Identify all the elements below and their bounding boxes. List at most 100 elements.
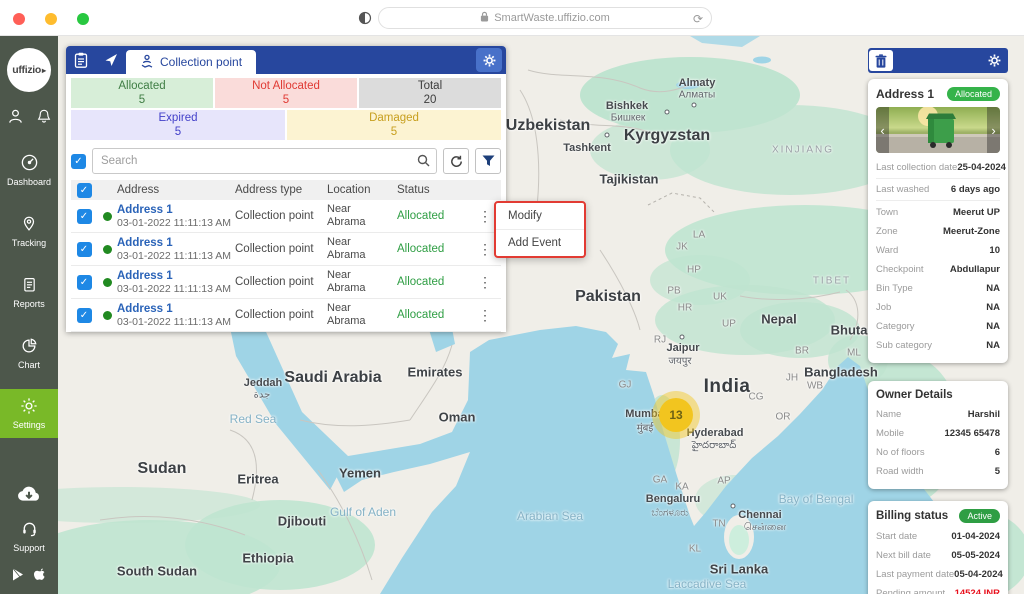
context-menu-item[interactable]: Add Event	[496, 230, 584, 256]
collection-point-panel: Collection point Allocated 5 Not Allocat…	[66, 46, 506, 332]
detail-field-row: Checkpoint Abdullapur	[876, 260, 1000, 279]
field-label: Category	[876, 321, 915, 332]
filter-button[interactable]	[475, 148, 501, 174]
row-checkbox[interactable]	[77, 209, 92, 224]
status-dot	[103, 311, 112, 320]
billing-status-card: Billing status Active Start date 01-04-2…	[868, 501, 1008, 594]
active-badge: Active	[959, 509, 1000, 523]
apple-icon[interactable]	[34, 567, 47, 584]
app-sidebar: uffizio▸ Dashboard Tracking Reports Char…	[0, 36, 58, 594]
field-value: 01-04-2024	[951, 531, 1000, 542]
address-type-cell: Collection point	[235, 210, 327, 222]
carousel-next-button[interactable]: ›	[987, 107, 1000, 153]
table-header-row: Address Address type Location Status	[71, 180, 501, 200]
detail-field-row: Start date 01-04-2024	[876, 527, 1000, 546]
window-maximize-button[interactable]	[77, 13, 89, 25]
field-label: Zone	[876, 226, 898, 237]
sidebar-item-support[interactable]: Support	[12, 519, 47, 553]
location-line2: Abrama	[327, 315, 397, 328]
detail-field-row: Name Harshil	[876, 405, 1000, 424]
search-input[interactable]	[92, 148, 437, 174]
field-value: 05-04-2024	[954, 569, 1003, 580]
field-value: 12345 65478	[945, 428, 1000, 439]
stat-label: Expired	[159, 111, 198, 125]
status-filter-cell[interactable]: Allocated 5	[71, 78, 213, 108]
uffizio-logo[interactable]: uffizio▸	[7, 48, 51, 92]
field-label: Checkpoint	[876, 264, 924, 275]
panel-settings-button[interactable]	[476, 48, 502, 72]
cloud-download-icon[interactable]	[16, 484, 42, 505]
reload-icon[interactable]: ⟳	[693, 12, 703, 26]
map-cluster-marker[interactable]: 13	[659, 398, 693, 432]
field-label: Road width	[876, 466, 924, 477]
row-menu-button[interactable]: ⋮	[469, 308, 501, 322]
stat-value: 5	[391, 125, 397, 139]
row-checkbox[interactable]	[77, 308, 92, 323]
sidebar-item-settings[interactable]: Settings	[0, 389, 58, 438]
field-value: 5	[995, 466, 1000, 477]
window-minimize-button[interactable]	[45, 13, 57, 25]
status-filter-cell[interactable]: Not Allocated 5	[215, 78, 357, 108]
address-link[interactable]: Address 1	[117, 303, 235, 315]
navigate-tab-icon[interactable]	[96, 46, 126, 74]
stat-label: Allocated	[118, 79, 165, 93]
search-row	[66, 142, 506, 180]
row-checkbox[interactable]	[77, 275, 92, 290]
header-checkbox[interactable]	[77, 183, 92, 198]
row-checkbox[interactable]	[77, 242, 92, 257]
detail-field-row: Ward 10	[876, 241, 1000, 260]
address-bar[interactable]: SmartWaste.uffizio.com ⟳	[378, 7, 712, 29]
select-all-checkbox[interactable]	[71, 154, 86, 169]
address-link[interactable]: Address 1	[117, 237, 235, 249]
status-filter-cell[interactable]: Total 20	[359, 78, 501, 108]
field-value: NA	[986, 302, 1000, 313]
status-cell: Allocated	[397, 309, 469, 321]
detail-field-row: Town Meerut UP	[876, 203, 1000, 222]
status-cell: Allocated	[397, 210, 469, 222]
details-settings-button[interactable]	[988, 54, 1001, 67]
carousel-prev-button[interactable]: ‹	[876, 107, 889, 153]
col-status: Status	[397, 184, 469, 196]
address-detail-card: Address 1 Allocated ‹ › Last collection …	[868, 79, 1008, 363]
table-row[interactable]: Address 1 03-01-2022 11:11:13 AM Collect…	[71, 299, 501, 332]
field-value: 25-04-2024	[957, 162, 1006, 173]
detail-field-row: Sub category NA	[876, 336, 1000, 355]
address-link[interactable]: Address 1	[117, 204, 235, 216]
status-cell: Allocated	[397, 276, 469, 288]
user-icon[interactable]	[7, 108, 24, 130]
address-link[interactable]: Address 1	[117, 270, 235, 282]
sidebar-item-reports[interactable]: Reports	[0, 271, 58, 314]
refresh-button[interactable]	[443, 148, 469, 174]
window-close-button[interactable]	[13, 13, 25, 25]
collection-point-table: Address Address type Location Status Add…	[71, 180, 501, 332]
privacy-shield-icon[interactable]	[358, 11, 372, 30]
allocated-badge: Allocated	[947, 87, 1000, 101]
location-line1: Near	[327, 302, 397, 315]
stat-label: Not Allocated	[252, 79, 320, 93]
field-label: No of floors	[876, 447, 925, 458]
stat-label: Damaged	[369, 111, 419, 125]
status-summary: Allocated 5 Not Allocated 5 Total 20 Exp…	[66, 74, 506, 140]
sidebar-item-chart[interactable]: Chart	[0, 332, 58, 375]
address-datetime: 03-01-2022 11:11:13 AM	[117, 217, 235, 229]
lock-icon	[480, 11, 489, 25]
location-line2: Abrama	[327, 282, 397, 295]
row-context-menu: ModifyAdd Event	[494, 201, 586, 258]
play-store-icon[interactable]	[12, 568, 24, 583]
status-filter-cell[interactable]: Expired 5	[71, 110, 285, 140]
notifications-bell-icon[interactable]	[36, 108, 52, 130]
context-menu-item[interactable]: Modify	[496, 203, 584, 230]
owner-details-card: Owner Details Name Harshil Mobile 12345 …	[868, 381, 1008, 489]
stat-value: 5	[139, 93, 145, 107]
location-line1: Near	[327, 236, 397, 249]
tab-collection-point[interactable]: Collection point	[126, 50, 256, 74]
sidebar-item-tracking[interactable]: Tracking	[0, 210, 58, 253]
table-row[interactable]: Address 1 03-01-2022 11:11:13 AM Collect…	[71, 200, 501, 233]
status-filter-cell[interactable]: Damaged 5	[287, 110, 501, 140]
delete-button[interactable]	[869, 50, 893, 71]
table-row[interactable]: Address 1 03-01-2022 11:11:13 AM Collect…	[71, 266, 501, 299]
sidebar-item-dashboard[interactable]: Dashboard	[0, 148, 58, 192]
list-tab-icon[interactable]	[66, 46, 96, 74]
table-row[interactable]: Address 1 03-01-2022 11:11:13 AM Collect…	[71, 233, 501, 266]
row-menu-button[interactable]: ⋮	[469, 275, 501, 289]
